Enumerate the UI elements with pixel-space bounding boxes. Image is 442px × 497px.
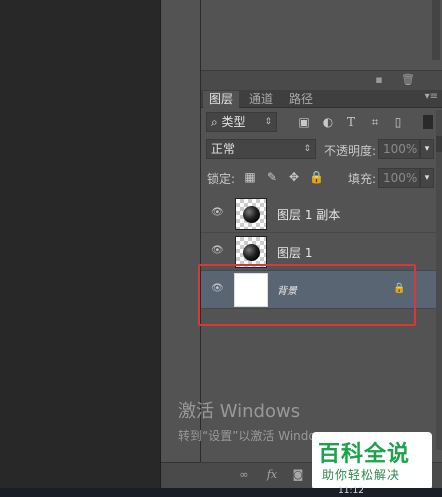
filter-toggle-icon[interactable]	[423, 115, 433, 129]
watermark-subtitle: 转到“设置”以激活 Windows	[178, 429, 332, 443]
taskbar-clock: 11:12	[338, 486, 364, 496]
top-panel-content	[201, 0, 431, 68]
panel-menu-icon[interactable]: ▾≡	[425, 91, 438, 102]
layer-thumbnail	[235, 198, 267, 230]
scrollbar-thumb[interactable]	[436, 136, 442, 152]
ball-image	[243, 244, 260, 261]
lock-paint-icon[interactable]: ✎	[265, 170, 279, 184]
brand-title: 百科全说	[318, 442, 411, 467]
highlight-annotation	[198, 264, 416, 326]
layers-scrollbar[interactable]	[436, 110, 442, 450]
brand-logo: 百科全说 助你轻松解决	[312, 432, 432, 490]
eye-icon[interactable]: 👁	[211, 207, 224, 219]
tab-paths[interactable]: 路径	[283, 91, 319, 108]
shape-filter-icon[interactable]: ⌗	[368, 115, 382, 129]
trash-icon[interactable]: 🗑	[401, 74, 415, 86]
opacity-field[interactable]: 100%	[378, 139, 420, 159]
top-panel-toolbar: ▪ 🗑	[201, 70, 442, 90]
layers-tabs: 图层 通道 路径 ▾≡	[201, 90, 442, 108]
eye-icon[interactable]: 👁	[211, 245, 224, 257]
lock-transparent-icon[interactable]: ▦	[243, 170, 257, 184]
layer-filter-select[interactable]: ⌕ 类型 ⇕	[206, 112, 277, 132]
taskbar	[0, 488, 442, 497]
top-panel-scrollbar[interactable]	[432, 0, 440, 60]
blend-mode-select[interactable]: 正常 ⇕	[206, 139, 316, 159]
opacity-dropdown-button[interactable]: ▾	[420, 139, 434, 159]
ball-image	[243, 206, 260, 223]
watermark-title: 激活 Windows	[178, 401, 301, 422]
layer-name: 图层 1 副本	[277, 208, 341, 222]
tab-layers[interactable]: 图层	[203, 91, 240, 108]
opacity-label: 不透明度:	[324, 144, 377, 158]
tab-channels[interactable]: 通道	[243, 91, 279, 108]
layer-row[interactable]: 👁 图层 1 副本	[201, 195, 437, 233]
mask-icon[interactable]: ◙	[290, 468, 306, 482]
fill-dropdown-button[interactable]: ▾	[420, 168, 434, 188]
adjustment-filter-icon[interactable]: ◐	[321, 115, 335, 129]
search-icon: ⌕	[211, 115, 222, 129]
chevron-down-icon: ⇕	[264, 117, 272, 127]
type-filter-icon[interactable]: T	[344, 115, 358, 129]
fill-label: 填充:	[348, 172, 377, 186]
lock-move-icon[interactable]: ✥	[287, 170, 301, 184]
lock-all-icon[interactable]: 🔒	[309, 170, 324, 184]
canvas-area[interactable]	[0, 0, 160, 488]
link-icon[interactable]: ∞	[236, 468, 252, 482]
new-item-icon[interactable]: ▪	[373, 74, 385, 86]
smart-object-filter-icon[interactable]: ▯	[391, 115, 405, 129]
filter-label: 类型	[221, 115, 246, 129]
chevron-down-icon: ⇕	[303, 144, 311, 154]
pixel-filter-icon[interactable]: ▣	[297, 115, 311, 129]
top-panel: ▪ 🗑	[200, 0, 442, 90]
brand-subtitle: 助你轻松解决	[322, 468, 401, 482]
lock-label: 锁定:	[207, 172, 236, 186]
activation-watermark: 激活 Windows 转到“设置”以激活 Windows	[178, 397, 332, 444]
layer-name: 图层 1	[277, 246, 313, 260]
fill-field[interactable]: 100%	[378, 168, 420, 188]
blend-mode-value: 正常	[211, 142, 236, 156]
fx-icon[interactable]: fx	[264, 468, 280, 482]
